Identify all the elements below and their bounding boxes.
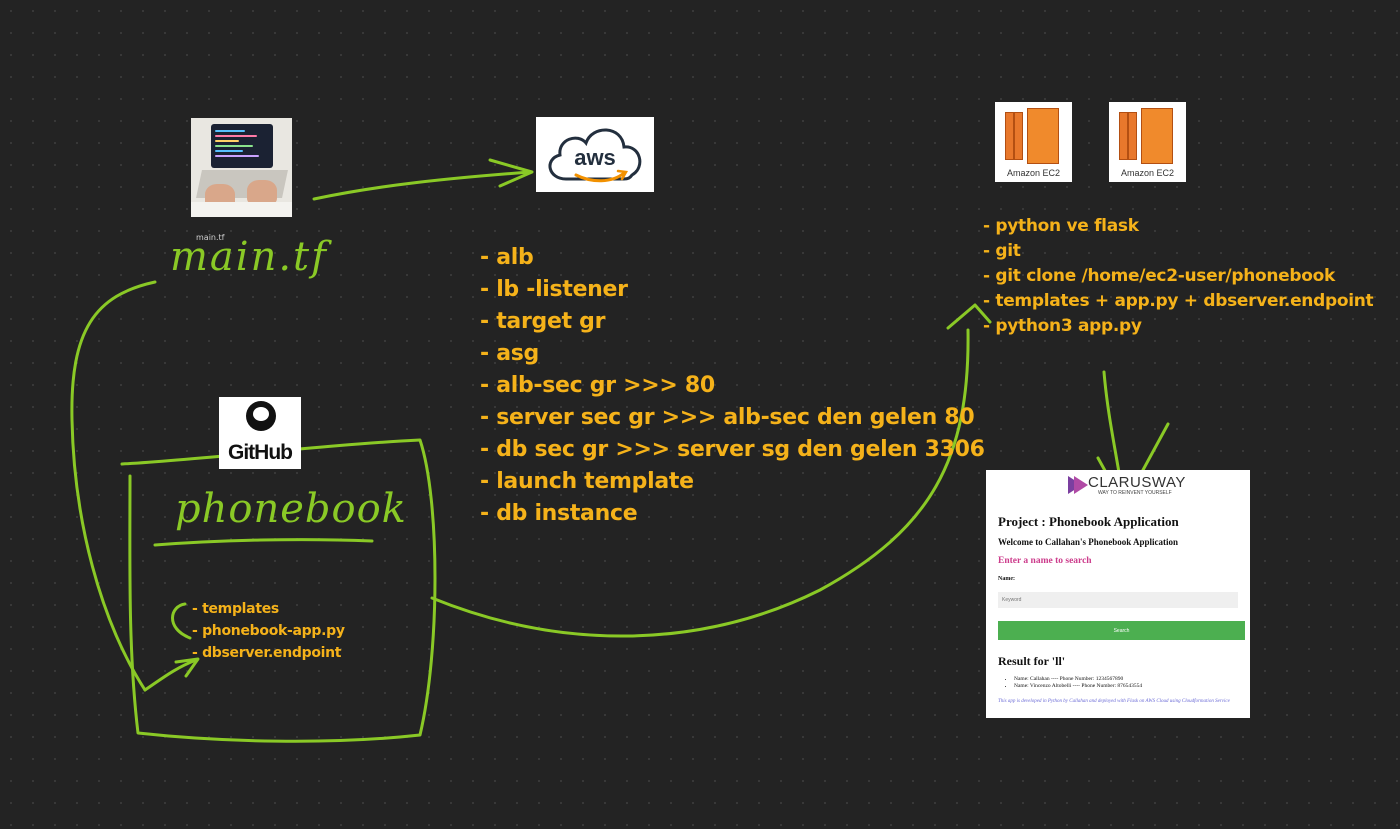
- github-octocat-icon: [246, 401, 276, 431]
- list-item: - dbserver.endpoint: [192, 645, 342, 661]
- phonebook-repo-label: phonebook: [175, 486, 407, 532]
- brand-tagline: WAY TO REINVENT YOURSELF: [1098, 490, 1172, 496]
- clarusway-logo: CLARUSWAY WAY TO REINVENT YOURSELF: [1068, 474, 1198, 500]
- result-title: Result for 'll': [998, 654, 1066, 668]
- sleeve: [191, 202, 292, 217]
- result-row: Name: Callahan ---- Phone Number: 123456…: [1014, 676, 1142, 683]
- code-line: [215, 155, 259, 157]
- name-label: Name:: [998, 576, 1015, 582]
- list-item: - git clone /home/ec2-user/phonebook: [983, 266, 1336, 286]
- list-item: - git: [983, 241, 1021, 261]
- search-button[interactable]: Search: [998, 621, 1245, 640]
- list-item: - db instance: [480, 501, 638, 526]
- main-tf-label: main.tf: [170, 234, 328, 280]
- aws-logo-text: aws: [574, 145, 616, 170]
- welcome-text: Welcome to Callahan's Phonebook Applicat…: [998, 537, 1179, 547]
- list-item: - python ve flask: [983, 216, 1139, 236]
- list-item: - python3 app.py: [983, 316, 1142, 336]
- list-item: - asg: [480, 341, 539, 366]
- ec2-bar: [1005, 112, 1014, 160]
- ec2-bar: [1119, 112, 1128, 160]
- arrow-laptop-to-aws: [312, 170, 532, 201]
- code-line: [215, 130, 245, 132]
- github-logo-text: GitHub: [228, 441, 293, 464]
- ec2-icon-2: Amazon EC2: [1109, 102, 1186, 182]
- ec2-icon-1: Amazon EC2: [995, 102, 1072, 182]
- repo-files-list: - templates - phonebook-app.py - dbserve…: [192, 598, 345, 664]
- code-line: [215, 140, 239, 142]
- list-item: - lb -listener: [480, 277, 628, 302]
- list-item: - templates: [192, 601, 279, 617]
- code-line: [215, 135, 257, 137]
- list-item: - phonebook-app.py: [192, 623, 345, 639]
- ec2-core: [1141, 108, 1173, 164]
- chevron-icon: [1074, 476, 1088, 494]
- brand-name: CLARUSWAY: [1088, 474, 1186, 491]
- list-item: - templates + app.py + dbserver.endpoint: [983, 291, 1374, 311]
- ec2-steps-list: - python ve flask - git - git clone /hom…: [983, 214, 1374, 339]
- files-bracket: [171, 602, 192, 640]
- result-row: Name: Vincenzo Altobelli ---- Phone Numb…: [1014, 683, 1142, 690]
- arrowhead-files: [143, 658, 198, 692]
- aws-resource-list: - alb - lb -listener - target gr - asg -…: [480, 242, 985, 530]
- keyword-input[interactable]: [998, 592, 1238, 608]
- list-item: - launch template: [480, 469, 694, 494]
- ec2-bar: [1128, 112, 1137, 160]
- aws-logo: aws: [536, 117, 654, 192]
- loop-main-to-files: [70, 280, 157, 692]
- laptop-image: [191, 118, 292, 217]
- list-item: - alb: [480, 245, 534, 270]
- arrowhead-aws: [488, 158, 534, 188]
- ec2-label: Amazon EC2: [1120, 168, 1175, 178]
- ec2-bar: [1014, 112, 1023, 160]
- phonebook-underline: [153, 538, 374, 547]
- ec2-label: Amazon EC2: [1006, 168, 1061, 178]
- list-item: - alb-sec gr >>> 80: [480, 373, 715, 398]
- list-item: - server sec gr >>> alb-sec den gelen 80: [480, 405, 975, 430]
- search-prompt: Enter a name to search: [998, 556, 1092, 566]
- app-title: Project : Phonebook Application: [998, 514, 1179, 529]
- app-footer: This app is developed in Python by Calla…: [998, 699, 1230, 704]
- github-logo: GitHub: [219, 397, 301, 469]
- code-line: [215, 145, 253, 147]
- code-line: [215, 150, 243, 152]
- result-list: Name: Callahan ---- Phone Number: 123456…: [1004, 676, 1142, 690]
- ec2-core: [1027, 108, 1059, 164]
- list-item: - db sec gr >>> server sg den gelen 3306: [480, 437, 985, 462]
- list-item: - target gr: [480, 309, 606, 334]
- phonebook-app-screenshot: CLARUSWAY WAY TO REINVENT YOURSELF Proje…: [986, 470, 1250, 718]
